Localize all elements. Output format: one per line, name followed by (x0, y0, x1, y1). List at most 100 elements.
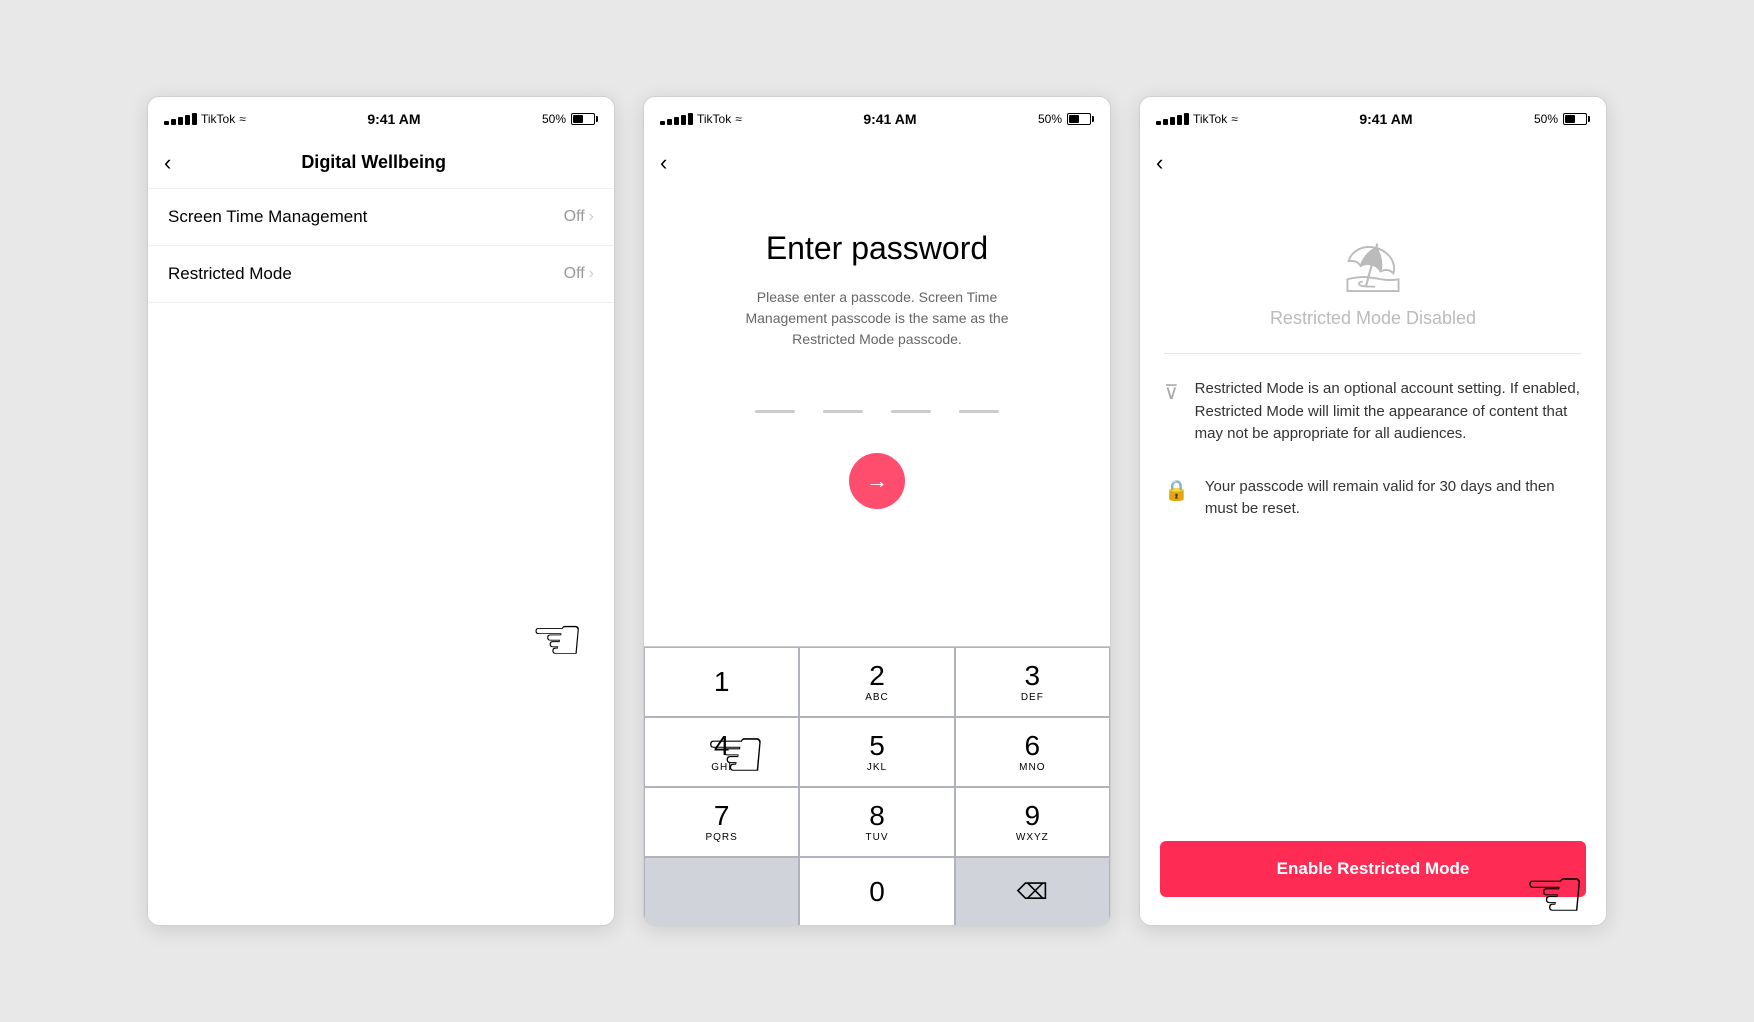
battery-percent-2: 50% (1038, 112, 1062, 126)
submit-arrow-icon: → (866, 468, 888, 494)
keyboard-row-3: 7 PQRS 8 TUV 9 WXYZ (644, 787, 1110, 857)
key-5-num: 5 (869, 732, 885, 760)
nav-bar-3: ‹ (1140, 137, 1606, 189)
delete-icon: ⌫ (1017, 879, 1048, 905)
wifi-icon-2: ≈ (735, 112, 742, 126)
key-7[interactable]: 7 PQRS (644, 787, 799, 857)
key-4-num: 4 (714, 732, 730, 760)
restricted-mode-right: Off › (564, 265, 594, 283)
battery-percent-1: 50% (542, 112, 566, 126)
back-button-2[interactable]: ‹ (660, 152, 667, 174)
signal-icon-2 (660, 113, 693, 125)
battery-icon-3 (1563, 113, 1590, 125)
key-7-letters: PQRS (705, 832, 737, 843)
battery-icon-2 (1067, 113, 1094, 125)
pin-dot-3 (891, 410, 931, 413)
phone-2: TikTok ≈ 9:41 AM 50% ‹ Enter password Pl… (643, 96, 1111, 926)
key-8[interactable]: 8 TUV (799, 787, 954, 857)
nav-bar-2: ‹ (644, 137, 1110, 189)
restricted-footer: Enable Restricted Mode (1140, 825, 1606, 926)
carrier-label-3: TikTok (1193, 112, 1227, 126)
pin-dot-1 (755, 410, 795, 413)
phone-1: TikTok ≈ 9:41 AM 50% ‹ Digital Wellbeing (147, 96, 615, 926)
phones-container: TikTok ≈ 9:41 AM 50% ‹ Digital Wellbeing (127, 76, 1627, 946)
info-text-2: Your passcode will remain valid for 30 d… (1205, 476, 1582, 521)
password-content: Enter password Please enter a passcode. … (644, 189, 1110, 646)
key-3-letters: DEF (1021, 692, 1044, 703)
enable-restricted-mode-button[interactable]: Enable Restricted Mode (1160, 841, 1586, 897)
keyboard-row-2: 4 GHI 5 JKL 6 MNO (644, 717, 1110, 787)
key-3[interactable]: 3 DEF (955, 647, 1110, 717)
key-2-letters: ABC (865, 692, 889, 703)
carrier-label-1: TikTok (201, 112, 235, 126)
status-bar-2: TikTok ≈ 9:41 AM 50% (644, 97, 1110, 137)
wifi-icon-3: ≈ (1231, 112, 1238, 126)
restricted-mode-value: Off (564, 265, 585, 283)
signal-icon-3 (1156, 113, 1189, 125)
enable-btn-label: Enable Restricted Mode (1277, 859, 1470, 879)
restricted-screen: ⛱ Restricted Mode Disabled ⊽ Restricted … (1140, 189, 1606, 926)
screen-time-chevron: › (589, 208, 594, 226)
status-right-3: 50% (1534, 112, 1590, 126)
key-2[interactable]: 2 ABC (799, 647, 954, 717)
divider (1164, 353, 1582, 354)
key-4[interactable]: 4 GHI (644, 717, 799, 787)
battery-percent-3: 50% (1534, 112, 1558, 126)
back-button-3[interactable]: ‹ (1156, 152, 1163, 174)
restricted-mode-item[interactable]: Restricted Mode Off › (148, 246, 614, 303)
password-title: Enter password (766, 229, 988, 267)
password-subtitle: Please enter a passcode. Screen Time Man… (737, 287, 1017, 350)
time-label-1: 9:41 AM (367, 111, 420, 127)
screen-time-label: Screen Time Management (168, 207, 367, 227)
restricted-icon-area: ⛱ Restricted Mode Disabled (1164, 219, 1582, 353)
numpad-keyboard: 1 2 ABC 3 DEF 4 GHI (644, 646, 1110, 926)
restricted-content: ⛱ Restricted Mode Disabled ⊽ Restricted … (1140, 189, 1606, 825)
battery-icon-1 (571, 113, 598, 125)
wifi-icon-1: ≈ (239, 112, 246, 126)
keyboard-row-1: 1 2 ABC 3 DEF (644, 647, 1110, 717)
status-bar-1: TikTok ≈ 9:41 AM 50% (148, 97, 614, 137)
carrier-label-2: TikTok (697, 112, 731, 126)
screen-time-item[interactable]: Screen Time Management Off › (148, 189, 614, 246)
submit-button[interactable]: → (849, 453, 905, 509)
status-right-1: 50% (542, 112, 598, 126)
info-item-1: ⊽ Restricted Mode is an optional account… (1164, 378, 1582, 446)
key-2-num: 2 (869, 662, 885, 690)
back-button-1[interactable]: ‹ (164, 152, 171, 174)
time-label-3: 9:41 AM (1359, 111, 1412, 127)
key-6[interactable]: 6 MNO (955, 717, 1110, 787)
key-9[interactable]: 9 WXYZ (955, 787, 1110, 857)
key-5[interactable]: 5 JKL (799, 717, 954, 787)
pin-dot-2 (823, 410, 863, 413)
restricted-mode-label: Restricted Mode (168, 264, 292, 284)
pin-dot-4 (959, 410, 999, 413)
info-text-1: Restricted Mode is an optional account s… (1195, 378, 1582, 446)
status-left-3: TikTok ≈ (1156, 112, 1238, 126)
key-3-num: 3 (1025, 662, 1041, 690)
screen-time-right: Off › (564, 208, 594, 226)
restricted-mode-title: Restricted Mode Disabled (1270, 308, 1476, 329)
keyboard-row-4: 0 ⌫ (644, 857, 1110, 926)
restricted-mode-chevron: › (589, 265, 594, 283)
settings-list: Screen Time Management Off › Restricted … (148, 189, 614, 303)
key-7-num: 7 (714, 802, 730, 830)
status-left-1: TikTok ≈ (164, 112, 246, 126)
key-8-letters: TUV (865, 832, 888, 843)
key-1-num: 1 (714, 668, 730, 696)
page-title-1: Digital Wellbeing (183, 152, 564, 173)
key-8-num: 8 (869, 802, 885, 830)
cursor-hand-1: ☜ (530, 605, 584, 675)
key-9-letters: WXYZ (1016, 832, 1049, 843)
info-item-2: 🔒 Your passcode will remain valid for 30… (1164, 476, 1582, 521)
key-9-num: 9 (1025, 802, 1041, 830)
signal-icon (164, 113, 197, 125)
lock-icon: 🔒 (1164, 478, 1189, 503)
filter-icon: ⊽ (1164, 380, 1179, 405)
screen-time-value: Off (564, 208, 585, 226)
password-screen: Enter password Please enter a passcode. … (644, 189, 1110, 926)
key-0[interactable]: 0 (799, 857, 954, 926)
status-bar-3: TikTok ≈ 9:41 AM 50% (1140, 97, 1606, 137)
key-delete[interactable]: ⌫ (955, 857, 1110, 926)
key-1[interactable]: 1 (644, 647, 799, 717)
time-label-2: 9:41 AM (863, 111, 916, 127)
